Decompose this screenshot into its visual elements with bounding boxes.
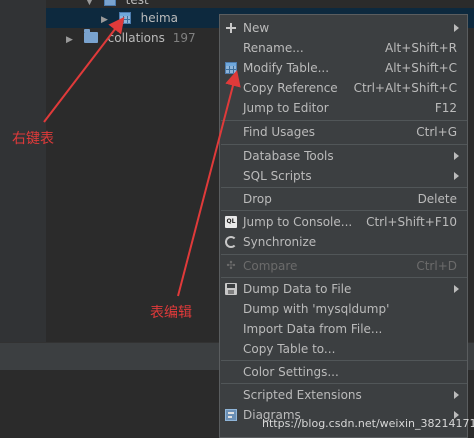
table-icon [225, 62, 237, 74]
tree-node-collations[interactable]: ▶ collations 197 [66, 28, 196, 48]
submenu-arrow-icon [454, 391, 459, 399]
context-menu: New Rename... Alt+Shift+R Modify Table..… [219, 14, 468, 438]
submenu-arrow-icon [454, 152, 459, 160]
menu-item-scripted-extensions[interactable]: Scripted Extensions [220, 385, 467, 405]
menu-item-compare[interactable]: ✣ Compare Ctrl+D [220, 256, 467, 276]
tree-node-count: 197 [172, 31, 196, 45]
menu-separator [221, 187, 467, 188]
menu-item-new[interactable]: New [220, 18, 467, 38]
annotation-modify-table: 表编辑 [150, 305, 192, 321]
tree-node-db-label: test [125, 0, 149, 7]
folder-icon [83, 29, 98, 43]
submenu-arrow-icon [454, 24, 459, 32]
menu-item-find-usages[interactable]: Find Usages Ctrl+G [220, 122, 467, 142]
console-icon: QL [225, 216, 237, 228]
schema-icon [103, 0, 116, 6]
menu-item-jump-to-console[interactable]: QL Jump to Console... Ctrl+Shift+F10 [220, 212, 467, 232]
menu-item-jump-to-editor[interactable]: Jump to Editor F12 [220, 98, 467, 118]
chevron-right-icon[interactable]: ▶ [66, 30, 80, 50]
submenu-arrow-icon [454, 285, 459, 293]
menu-item-dump-data[interactable]: Dump Data to File [220, 279, 467, 299]
menu-separator [221, 210, 467, 211]
menu-item-modify-table[interactable]: Modify Table... Alt+Shift+C [220, 58, 467, 78]
menu-separator [221, 254, 467, 255]
menu-item-synchronize[interactable]: Synchronize [220, 232, 467, 252]
menu-separator [221, 120, 467, 121]
menu-item-color-settings[interactable]: Color Settings... [220, 362, 467, 382]
plus-icon [225, 22, 237, 34]
save-icon [225, 283, 237, 295]
submenu-arrow-icon [454, 172, 459, 180]
sync-icon [225, 236, 237, 248]
diagram-icon [225, 409, 237, 421]
tree-node-table-label: heima [140, 11, 179, 25]
compare-icon: ✣ [226, 259, 236, 272]
menu-separator [221, 277, 467, 278]
menu-item-dump-mysqldump[interactable]: Dump with 'mysqldump' [220, 299, 467, 319]
annotation-right-click: 右键表 [12, 131, 54, 147]
menu-item-sql-scripts[interactable]: SQL Scripts [220, 166, 467, 186]
menu-item-drop[interactable]: Drop Delete [220, 189, 467, 209]
menu-item-copy-reference[interactable]: Copy Reference Ctrl+Alt+Shift+C [220, 78, 467, 98]
watermark: https://blog.csdn.net/weixin_38214171 [262, 417, 474, 430]
menu-item-database-tools[interactable]: Database Tools [220, 146, 467, 166]
chevron-right-icon[interactable]: ▶ [101, 10, 115, 30]
menu-item-copy-table[interactable]: Copy Table to... [220, 339, 467, 359]
menu-item-import-data[interactable]: Import Data from File... [220, 319, 467, 339]
menu-separator [221, 383, 467, 384]
tree-node-collations-label: collations [107, 31, 165, 45]
menu-separator [221, 144, 467, 145]
menu-item-rename[interactable]: Rename... Alt+Shift+R [220, 38, 467, 58]
menu-separator [221, 360, 467, 361]
tree-gutter [0, 0, 46, 342]
table-icon [118, 12, 131, 24]
